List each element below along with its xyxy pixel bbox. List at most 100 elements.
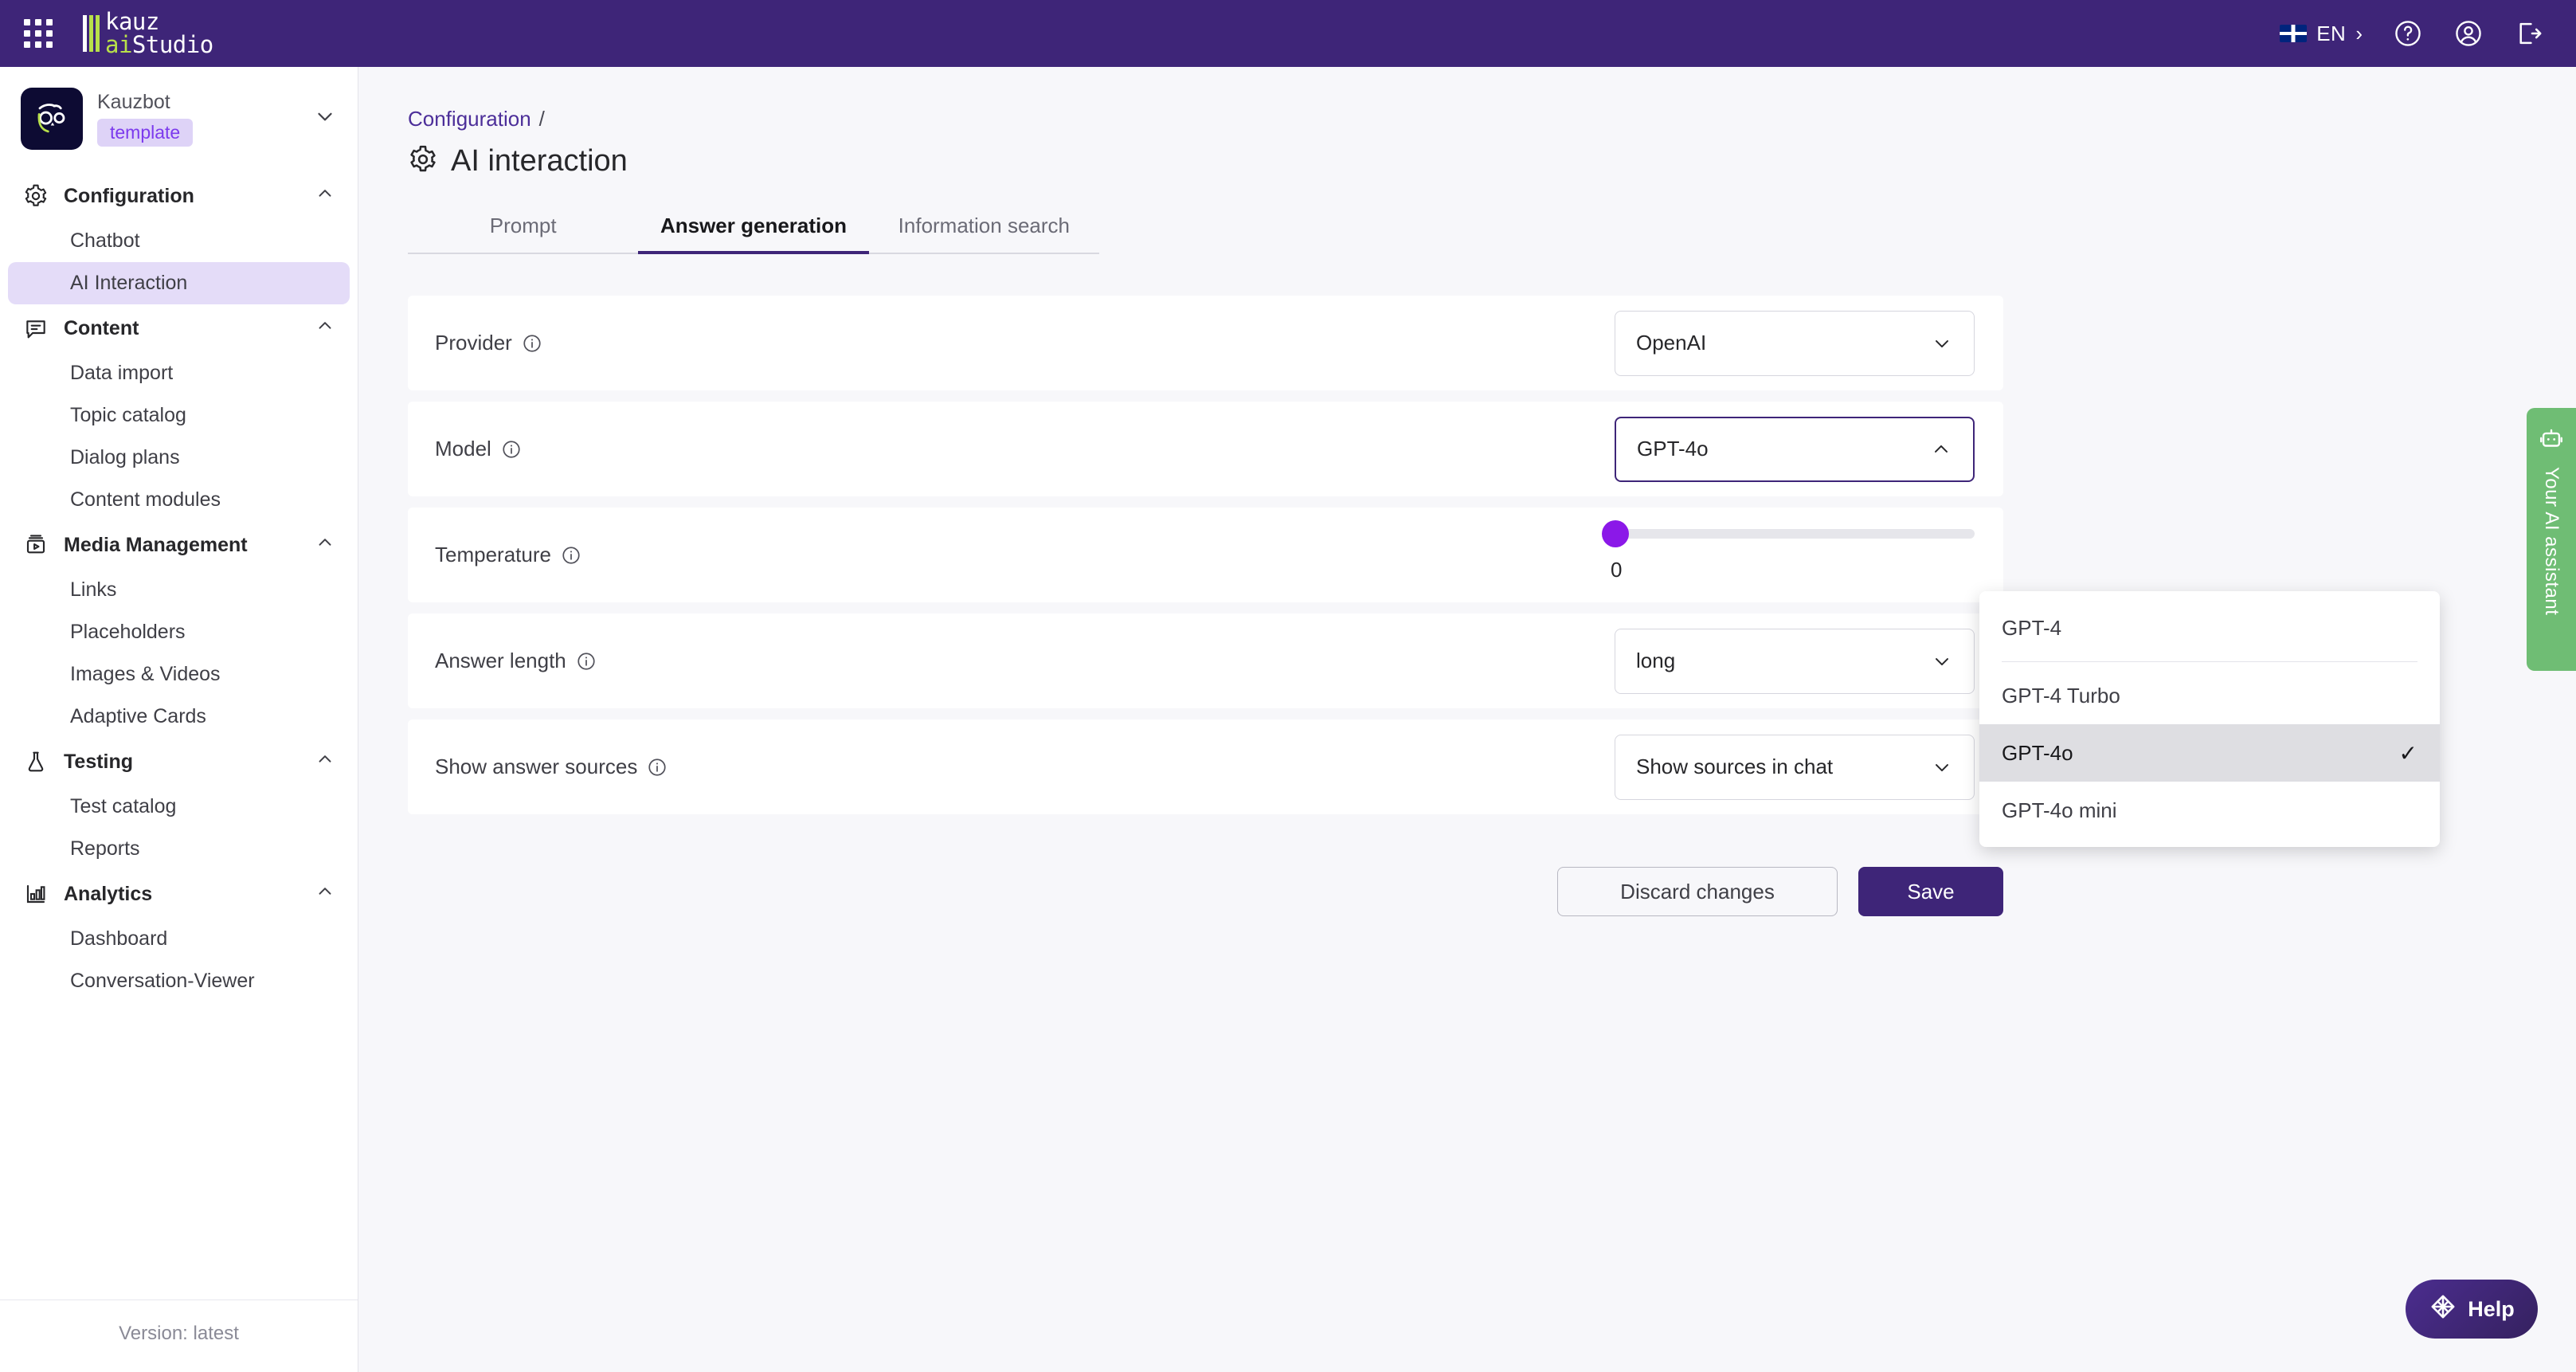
- uk-flag-icon: [2280, 25, 2308, 42]
- sidebar-item-dialog-plans[interactable]: Dialog plans: [8, 437, 350, 479]
- logout-icon[interactable]: [2514, 18, 2544, 49]
- sidebar-item-content-modules[interactable]: Content modules: [8, 479, 350, 521]
- app-root: kauz aiStudio EN › Kauzbot template Conf…: [0, 0, 2576, 1372]
- model-select[interactable]: GPT-4o: [1615, 416, 1975, 482]
- sidebar-item-placeholders[interactable]: Placeholders: [8, 611, 350, 653]
- chevron-up-icon[interactable]: [315, 881, 335, 907]
- app-logo[interactable]: kauz aiStudio: [83, 10, 213, 57]
- owl-avatar: [21, 88, 83, 150]
- model-option-label: GPT-4o: [2002, 740, 2073, 765]
- info-icon[interactable]: [647, 757, 667, 778]
- main-content: Configuration / AI interaction Prompt Ans…: [358, 67, 2576, 1372]
- model-option-gpt-4o-mini[interactable]: GPT-4o mini: [1979, 782, 2440, 839]
- info-icon[interactable]: [522, 333, 542, 354]
- sidebar-item-test-catalog[interactable]: Test catalog: [8, 786, 350, 828]
- help-button-label: Help: [2468, 1296, 2515, 1321]
- chevron-up-icon[interactable]: [315, 316, 335, 341]
- chat-bubble-icon: [22, 315, 49, 342]
- setting-label: Model: [435, 437, 491, 461]
- tab-prompt[interactable]: Prompt: [408, 214, 638, 253]
- language-switcher[interactable]: EN ›: [2280, 22, 2363, 46]
- tab-bar: Prompt Answer generation Information sea…: [408, 214, 1099, 254]
- sidebar-group-media-management[interactable]: Media Management: [0, 521, 358, 569]
- sidebar-item-topic-catalog[interactable]: Topic catalog: [8, 394, 350, 437]
- discard-changes-button[interactable]: Discard changes: [1557, 867, 1838, 916]
- provider-select-value: OpenAI: [1636, 331, 1707, 355]
- logo-line-2-accent: ai: [105, 31, 132, 58]
- top-bar-actions: EN ›: [2280, 18, 2576, 49]
- logo-line-2: Studio: [131, 31, 213, 58]
- answer-length-select[interactable]: long: [1615, 628, 1975, 694]
- grid-apps-icon[interactable]: [18, 13, 59, 54]
- sidebar-item-links[interactable]: Links: [8, 569, 350, 611]
- bot-name: Kauzbot: [97, 91, 170, 113]
- breadcrumb-parent[interactable]: Configuration: [408, 107, 531, 131]
- setting-row-temperature: Temperature 0: [408, 508, 2003, 602]
- model-option-gpt-4o[interactable]: GPT-4o ✓: [1979, 724, 2440, 782]
- sidebar-group-label: Analytics: [64, 882, 153, 905]
- bar-chart-icon: [22, 880, 49, 907]
- chevron-down-icon: [1931, 332, 1953, 355]
- settings-list: Provider OpenAI Model GPT-4o Temperature…: [408, 296, 2003, 814]
- info-icon[interactable]: [561, 545, 581, 566]
- globe-network-icon: [2429, 1292, 2457, 1327]
- page-title-text: AI interaction: [451, 144, 628, 178]
- chevron-up-icon: [1930, 438, 1952, 461]
- save-button[interactable]: Save: [1858, 867, 2003, 916]
- sidebar-group-label: Configuration: [64, 184, 194, 207]
- sidebar: Kauzbot template Configuration Chatbot A…: [0, 67, 358, 1372]
- info-icon[interactable]: [501, 439, 522, 460]
- setting-label: Show answer sources: [435, 755, 638, 778]
- sidebar-item-ai-interaction[interactable]: AI Interaction: [8, 262, 350, 304]
- check-icon: ✓: [2398, 740, 2417, 766]
- chevron-up-icon[interactable]: [315, 532, 335, 558]
- show-answer-sources-select[interactable]: Show sources in chat: [1615, 734, 1975, 800]
- ai-assistant-label: Your AI assistant: [2541, 467, 2562, 616]
- media-icon: [22, 531, 49, 559]
- sidebar-item-conversation-viewer[interactable]: Conversation-Viewer: [8, 960, 350, 1002]
- model-option-gpt-4-turbo[interactable]: GPT-4 Turbo: [1979, 667, 2440, 724]
- sidebar-group-analytics[interactable]: Analytics: [0, 870, 358, 918]
- logo-line-1: kauz: [105, 8, 159, 35]
- bot-selector[interactable]: Kauzbot template: [0, 67, 358, 167]
- app-body: Kauzbot template Configuration Chatbot A…: [0, 67, 2576, 1372]
- sidebar-group-label: Content: [64, 316, 139, 339]
- breadcrumb: Configuration /: [408, 107, 2528, 131]
- model-option-gpt-4[interactable]: GPT-4: [1979, 599, 2440, 657]
- model-select-value: GPT-4o: [1637, 437, 1709, 461]
- sidebar-item-reports[interactable]: Reports: [8, 828, 350, 870]
- help-circle-icon[interactable]: [2393, 18, 2423, 49]
- sidebar-item-images-videos[interactable]: Images & Videos: [8, 653, 350, 696]
- page-title: AI interaction: [408, 144, 2528, 178]
- chevron-up-icon[interactable]: [315, 183, 335, 209]
- version-label: Version: latest: [119, 1323, 239, 1344]
- tab-information-search[interactable]: Information search: [869, 214, 1099, 253]
- provider-select[interactable]: OpenAI: [1615, 310, 1975, 376]
- sidebar-item-chatbot[interactable]: Chatbot: [8, 220, 350, 262]
- slider-track[interactable]: [1602, 520, 1975, 547]
- show-answer-sources-value: Show sources in chat: [1636, 755, 1834, 778]
- setting-row-provider: Provider OpenAI: [408, 296, 2003, 390]
- ai-assistant-tab[interactable]: Your AI assistant: [2527, 408, 2576, 671]
- temperature-slider[interactable]: 0: [1602, 520, 1975, 582]
- slider-thumb[interactable]: [1602, 520, 1629, 547]
- setting-label: Answer length: [435, 649, 566, 672]
- info-icon[interactable]: [576, 651, 597, 672]
- sidebar-item-dashboard[interactable]: Dashboard: [8, 918, 350, 960]
- chevron-up-icon[interactable]: [315, 749, 335, 774]
- tab-answer-generation[interactable]: Answer generation: [638, 214, 869, 254]
- sidebar-group-content[interactable]: Content: [0, 304, 358, 352]
- flask-icon: [22, 748, 49, 775]
- sidebar-group-testing[interactable]: Testing: [0, 738, 358, 786]
- help-button[interactable]: Help: [2406, 1280, 2538, 1339]
- sidebar-item-adaptive-cards[interactable]: Adaptive Cards: [8, 696, 350, 738]
- chevron-down-icon[interactable]: [313, 104, 337, 134]
- account-circle-icon[interactable]: [2453, 18, 2484, 49]
- sidebar-item-data-import[interactable]: Data import: [8, 352, 350, 394]
- robot-icon: [2538, 425, 2565, 453]
- form-actions: Discard changes Save: [408, 867, 2003, 916]
- top-bar: kauz aiStudio EN ›: [0, 0, 2576, 67]
- sidebar-group-configuration[interactable]: Configuration: [0, 172, 358, 220]
- sidebar-footer: Version: latest: [0, 1299, 358, 1372]
- model-option-label: GPT-4 Turbo: [2002, 683, 2120, 708]
